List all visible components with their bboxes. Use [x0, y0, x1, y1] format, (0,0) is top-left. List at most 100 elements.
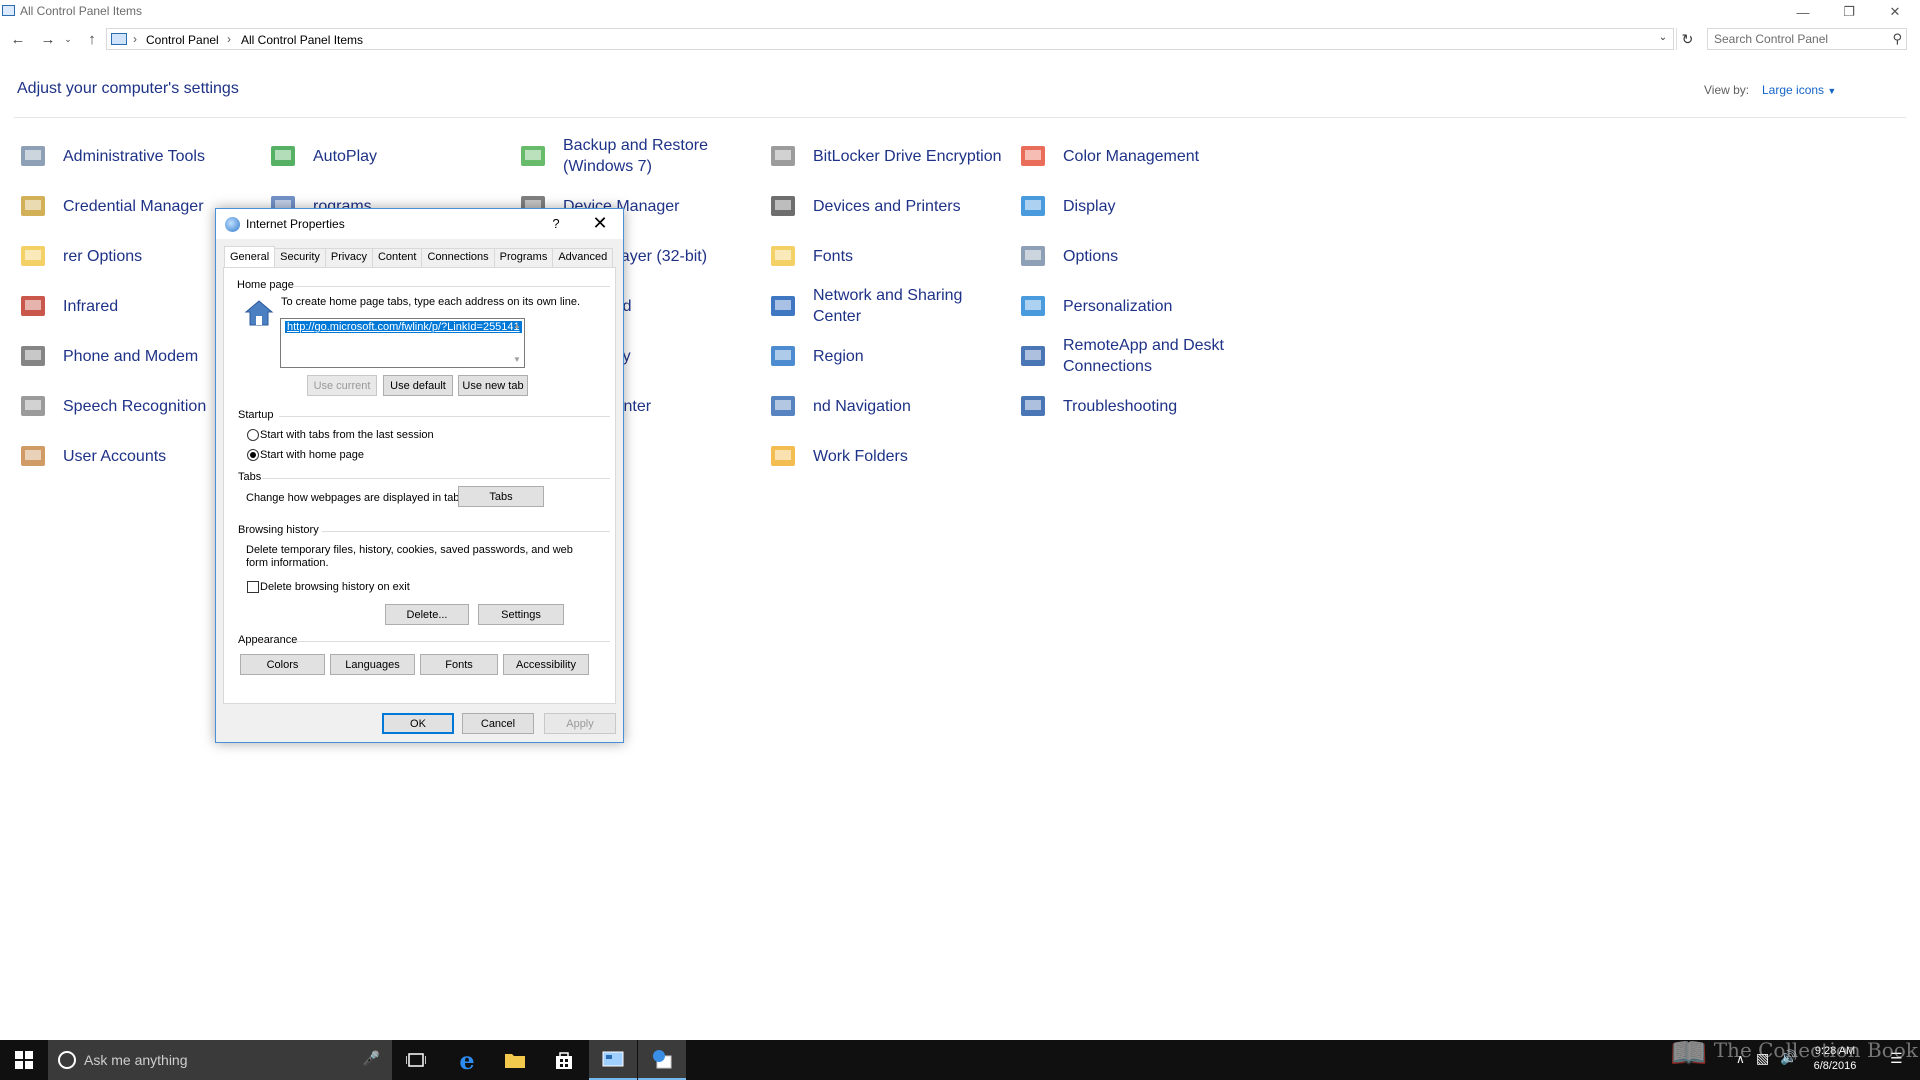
use-default-button[interactable]: Use default [383, 375, 453, 396]
view-by-label: View by: [1704, 83, 1750, 97]
cp-item-infrared[interactable]: Infrared [17, 283, 118, 329]
textarea-scrollbar[interactable]: ▲ ▼ [511, 319, 524, 367]
taskbar-store[interactable] [540, 1040, 588, 1080]
fonts-button[interactable]: Fonts [420, 654, 498, 675]
display-icon [1017, 190, 1049, 222]
group-divider [262, 478, 610, 479]
group-divider [294, 641, 610, 642]
cp-item-label: Phone and Modem [63, 347, 199, 365]
use-new-tab-button[interactable]: Use new tab [458, 375, 528, 396]
dialog-close-button[interactable]: ✕ [587, 212, 613, 236]
cortana-icon [58, 1051, 76, 1069]
task-view-button[interactable] [392, 1040, 440, 1080]
general-tab-panel: Home page To create home page tabs, type… [223, 267, 616, 704]
taskbar-edge[interactable]: e [443, 1040, 491, 1080]
tab-security[interactable]: Security [274, 248, 326, 267]
region-icon [767, 340, 799, 372]
tab-general[interactable]: General [224, 246, 276, 267]
troubleshooting-icon [1017, 390, 1049, 422]
bitlocker-icon [767, 140, 799, 172]
cp-item-remoteapp[interactable]: RemoteApp and Deskt Connections [1017, 333, 1253, 379]
search-input[interactable]: Search Control Panel ⚲ [1707, 28, 1907, 50]
refresh-button[interactable]: ↻ [1676, 28, 1698, 50]
cp-item-region[interactable]: Region [767, 333, 864, 379]
dialog-tabs: General Security Privacy Content Connect… [224, 246, 614, 268]
view-by-dropdown[interactable]: Large icons ▼ [1762, 83, 1836, 97]
colors-button[interactable]: Colors [240, 654, 325, 675]
tab-advanced[interactable]: Advanced [552, 248, 614, 267]
cp-item-credential-manager[interactable]: Credential Manager [17, 183, 204, 229]
home-page-textarea[interactable]: http://go.microsoft.com/fwlink/p/?LinkId… [280, 318, 525, 368]
delete-history-button[interactable]: Delete... [385, 604, 469, 625]
cp-item-color-management[interactable]: Color Management [1017, 133, 1199, 179]
cp-item-label: Infrared [63, 297, 119, 315]
tab-privacy[interactable]: Privacy [324, 248, 373, 267]
cp-item-indexing-options[interactable]: Options [1017, 233, 1118, 279]
taskbar-internet-properties[interactable] [638, 1040, 686, 1080]
cp-item-taskbar-navigation[interactable]: nd Navigation [767, 383, 911, 429]
history-settings-button[interactable]: Settings [478, 604, 564, 625]
cp-item-user-accounts[interactable]: User Accounts [17, 433, 166, 479]
radio-home-page-label[interactable]: Start with home page [260, 449, 364, 461]
cp-item-label: Troubleshooting [1063, 397, 1178, 415]
recent-locations-button[interactable]: ⌄ [62, 29, 74, 49]
cp-item-autoplay[interactable]: AutoPlay [267, 133, 377, 179]
cortana-search-box[interactable]: Ask me anything 🎤 [48, 1040, 392, 1080]
tab-programs[interactable]: Programs [493, 248, 554, 267]
internet-properties-dialog: Internet Properties ? ✕ General Security… [215, 208, 624, 743]
restore-button[interactable]: ❐ [1826, 0, 1872, 24]
cp-item-phone-modem[interactable]: Phone and Modem [17, 333, 198, 379]
taskbar-control-panel[interactable] [589, 1040, 637, 1080]
delete-on-exit-checkbox[interactable] [247, 581, 259, 593]
control-panel-icon [602, 1051, 624, 1067]
accessibility-button[interactable]: Accessibility [503, 654, 589, 675]
home-page-hint: To create home page tabs, type each addr… [281, 296, 581, 308]
cp-item-personalization[interactable]: Personalization [1017, 283, 1172, 329]
languages-button[interactable]: Languages [330, 654, 415, 675]
cp-item-devices-printers[interactable]: Devices and Printers [767, 183, 961, 229]
minimize-button[interactable]: — [1780, 0, 1826, 24]
cp-item-speech-recognition[interactable]: Speech Recognition [17, 383, 206, 429]
cp-item-bitlocker[interactable]: BitLocker Drive Encryption [767, 133, 1003, 179]
taskbar-file-explorer[interactable] [491, 1040, 539, 1080]
use-current-button[interactable]: Use current [307, 375, 377, 396]
cp-item-work-folders[interactable]: Work Folders [767, 433, 908, 479]
apply-button[interactable]: Apply [544, 713, 616, 734]
cp-item-label: Devices and Printers [813, 197, 961, 215]
start-button[interactable] [0, 1040, 48, 1080]
tab-content[interactable]: Content [371, 248, 423, 267]
home-icon [244, 300, 274, 326]
forward-button[interactable]: → [38, 29, 58, 49]
breadcrumb-all-items[interactable]: All Control Panel Items [241, 33, 363, 47]
cp-item-label: AutoPlay [313, 147, 378, 165]
cp-item-network-sharing[interactable]: Network and Sharing Center [767, 283, 1003, 329]
up-button[interactable]: ↑ [82, 29, 102, 49]
cp-item-explorer-options[interactable]: rer Options [17, 233, 142, 279]
radio-last-session-label[interactable]: Start with tabs from the last session [260, 429, 434, 441]
cp-item-admin-tools[interactable]: Administrative Tools [17, 133, 205, 179]
folder-icon [505, 1054, 525, 1068]
help-button[interactable]: ? [546, 214, 566, 234]
cp-item-display[interactable]: Display [1017, 183, 1115, 229]
radio-home-page[interactable] [247, 449, 259, 461]
ok-button[interactable]: OK [382, 713, 454, 734]
tab-connections[interactable]: Connections [421, 248, 495, 267]
radio-last-session[interactable] [247, 429, 259, 441]
cancel-button[interactable]: Cancel [462, 713, 534, 734]
header-divider [14, 117, 1906, 118]
tabs-button[interactable]: Tabs [458, 486, 544, 507]
fonts-icon [767, 240, 799, 272]
back-button[interactable]: ← [8, 29, 28, 49]
cp-item-troubleshooting[interactable]: Troubleshooting [1017, 383, 1177, 429]
page-title: Adjust your computer's settings [17, 80, 239, 97]
cp-item-backup-restore[interactable]: Backup and Restore (Windows 7) [517, 133, 753, 179]
address-dropdown-icon[interactable]: ⌄ [1656, 32, 1670, 46]
breadcrumb-control-panel[interactable]: Control Panel [146, 33, 219, 47]
address-bar[interactable]: › Control Panel › All Control Panel Item… [106, 28, 1674, 50]
scroll-up-icon: ▲ [513, 321, 521, 330]
microphone-icon[interactable]: 🎤 [363, 1050, 380, 1067]
cp-item-fonts[interactable]: Fonts [767, 233, 853, 279]
speech-recognition-icon [17, 390, 49, 422]
delete-on-exit-label[interactable]: Delete browsing history on exit [260, 581, 410, 593]
close-button[interactable]: ✕ [1872, 0, 1918, 24]
